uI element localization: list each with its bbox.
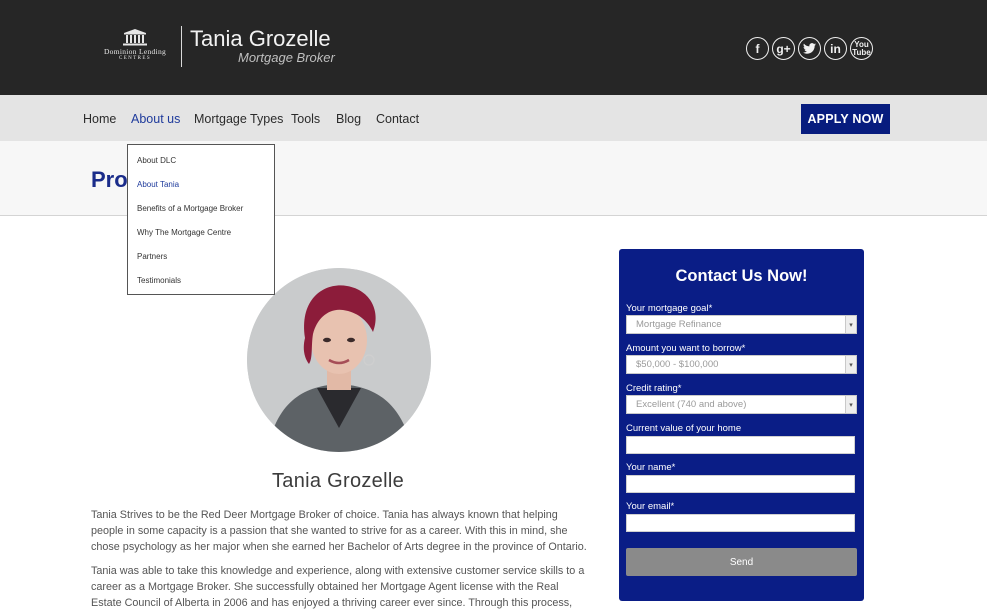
name-input[interactable] [626, 475, 855, 493]
nav-mortgage-types[interactable]: Mortgage Types [194, 112, 283, 126]
apply-now-button[interactable]: APPLY NOW [801, 104, 890, 134]
borrow-amount-value: $50,000 - $100,000 [636, 359, 719, 370]
home-value-input[interactable] [626, 436, 855, 454]
home-value-label: Current value of your home [626, 423, 742, 434]
site-header: Dominion Lending CENTRES Tania Grozelle … [0, 0, 987, 95]
mortgage-goal-value: Mortgage Refinance [636, 319, 722, 330]
profile-photo [247, 268, 431, 452]
credit-rating-select[interactable]: Excellent (740 and above) ▾ [626, 395, 857, 414]
name-label: Your name* [626, 462, 676, 473]
profile-name: Tania Grozelle [271, 470, 405, 492]
about-us-dropdown: About DLC About Tania Benefits of a Mort… [127, 144, 275, 295]
dlc-logo[interactable]: Dominion Lending CENTRES [98, 28, 172, 64]
facebook-icon[interactable]: f [746, 37, 769, 60]
chevron-down-icon: ▾ [845, 356, 856, 373]
chevron-down-icon: ▾ [845, 396, 856, 413]
credit-rating-value: Excellent (740 and above) [636, 399, 747, 410]
dlc-building-icon [123, 29, 147, 46]
profile-portrait-illustration [247, 268, 431, 452]
brand-title: Mortgage Broker [238, 50, 335, 65]
nav-about-us[interactable]: About us [131, 112, 180, 126]
brand-name[interactable]: Tania Grozelle [190, 26, 331, 52]
dropdown-item-partners[interactable]: Partners [137, 252, 167, 262]
dropdown-item-benefits[interactable]: Benefits of a Mortgage Broker [137, 204, 243, 214]
dropdown-item-why-mortgage-centre[interactable]: Why The Mortgage Centre [137, 228, 231, 238]
dropdown-item-about-tania[interactable]: About Tania [137, 180, 179, 190]
borrow-amount-select[interactable]: $50,000 - $100,000 ▾ [626, 355, 857, 374]
dlc-logo-sub: CENTRES [118, 56, 152, 61]
nav-contact[interactable]: Contact [376, 112, 419, 126]
nav-home[interactable]: Home [83, 112, 116, 126]
twitter-bird-icon [803, 43, 816, 54]
nav-blog[interactable]: Blog [336, 112, 361, 126]
email-input[interactable] [626, 514, 855, 532]
linkedin-icon[interactable]: in [824, 37, 847, 60]
email-label: Your email* [626, 501, 675, 512]
contact-form: Contact Us Now! Your mortgage goal* Mort… [619, 249, 864, 601]
dropdown-item-about-dlc[interactable]: About DLC [137, 156, 176, 166]
page-title: Pro [91, 167, 128, 192]
logo-divider [181, 26, 182, 67]
youtube-icon[interactable]: You Tube [850, 37, 873, 60]
nav-tools[interactable]: Tools [291, 112, 320, 126]
mortgage-goal-label: Your mortgage goal* [626, 303, 713, 314]
chevron-down-icon: ▾ [845, 316, 856, 333]
social-links: f g+ in You Tube [746, 37, 873, 60]
bio-paragraph-2: Tania was able to take this knowledge an… [91, 565, 585, 609]
bio-paragraph-1: Tania Strives to be the Red Deer Mortgag… [91, 509, 587, 553]
google-plus-icon[interactable]: g+ [772, 37, 795, 60]
mortgage-goal-select[interactable]: Mortgage Refinance ▾ [626, 315, 857, 334]
dlc-logo-name: Dominion Lending [103, 47, 167, 56]
borrow-amount-label: Amount you want to borrow* [626, 343, 746, 354]
send-button[interactable]: Send [626, 548, 857, 576]
contact-form-title: Contact Us Now! [675, 267, 808, 285]
credit-rating-label: Credit rating* [626, 383, 682, 394]
dropdown-item-testimonials[interactable]: Testimonials [137, 276, 181, 286]
main-nav: Home About us Mortgage Types Tools Blog … [0, 95, 987, 141]
twitter-icon[interactable] [798, 37, 821, 60]
